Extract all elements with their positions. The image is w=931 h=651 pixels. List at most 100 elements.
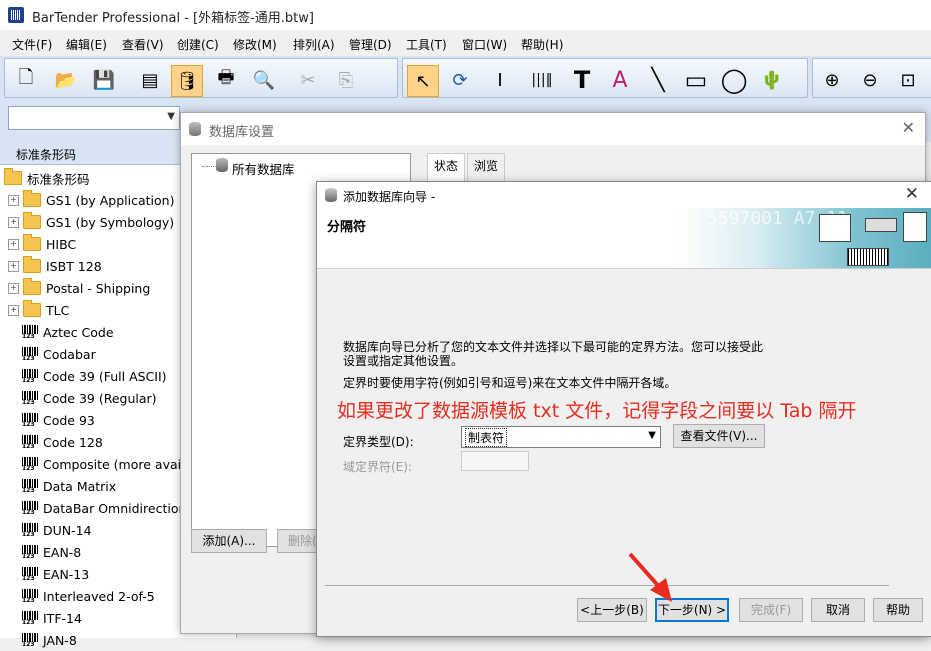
menu-help[interactable]: 帮助(H) bbox=[521, 36, 563, 53]
print-preview-icon[interactable]: 🔍 bbox=[249, 65, 279, 95]
copy-icon[interactable]: ⎘ bbox=[331, 65, 361, 95]
folder-icon bbox=[23, 190, 41, 207]
expand-icon[interactable]: + bbox=[8, 238, 19, 250]
tree-barcode-item[interactable]: Code 128 bbox=[22, 431, 103, 453]
zoom-fit-icon[interactable]: ⊡ bbox=[893, 65, 923, 95]
print-icon[interactable]: 🖶 bbox=[211, 65, 241, 95]
barcode-label: DataBar Omnidirectional bbox=[43, 500, 198, 516]
expand-icon[interactable]: + bbox=[8, 282, 19, 294]
zoom-in-icon[interactable]: ⊕ bbox=[817, 65, 847, 95]
wizard-banner: 5597001 A7-11 bbox=[677, 208, 931, 268]
open-folder-icon[interactable]: 📂 bbox=[51, 65, 81, 95]
menu-bar: 文件(F) 编辑(E) 查看(V) 创建(C) 修改(M) 排列(A) 管理(D… bbox=[0, 30, 931, 56]
save-icon[interactable]: 💾 bbox=[89, 65, 119, 95]
tree-root[interactable]: 标准条形码 bbox=[4, 167, 90, 189]
line-icon[interactable]: ╲ bbox=[643, 65, 673, 95]
tree-barcode-item[interactable]: EAN-8 bbox=[22, 541, 81, 563]
main-toolbar: 🗋 📂 💾 ▤ 🛢 🖶 🔍 ✂ ⎘ ↖ ⟳ I |||‖ T A ╲ ▭ ◯ 🌵… bbox=[0, 56, 931, 99]
close-icon[interactable]: ✕ bbox=[905, 184, 919, 204]
divider bbox=[325, 585, 889, 586]
close-icon[interactable]: ✕ bbox=[902, 118, 915, 137]
finish-button[interactable]: 完成(F) bbox=[739, 598, 803, 622]
barcode-label: EAN-8 bbox=[43, 544, 82, 560]
tree-folder[interactable]: + HIBC bbox=[8, 233, 76, 255]
expand-icon[interactable]: + bbox=[8, 304, 19, 316]
barcode-label: EAN-13 bbox=[43, 566, 90, 582]
menu-arrange[interactable]: 排列(A) bbox=[293, 36, 335, 53]
expand-icon[interactable]: + bbox=[8, 216, 19, 228]
tree-barcode-item[interactable]: Code 93 bbox=[22, 409, 95, 431]
barcode-icon bbox=[22, 522, 38, 538]
database-setup-icon[interactable]: 🛢 bbox=[171, 65, 203, 97]
barcode-icon[interactable]: |||‖ bbox=[527, 65, 557, 95]
tree-barcode-item[interactable]: Code 39 (Full ASCII) bbox=[22, 365, 167, 387]
tree-folder[interactable]: + Postal - Shipping bbox=[8, 277, 150, 299]
view-file-button[interactable]: 查看文件(V)... bbox=[673, 424, 765, 448]
add-database-button[interactable]: 添加(A)... bbox=[191, 529, 267, 553]
menu-administer[interactable]: 管理(D) bbox=[349, 36, 392, 53]
pointer-icon[interactable]: ↖ bbox=[407, 65, 439, 97]
tree-barcode-item[interactable]: ITF-14 bbox=[22, 607, 82, 629]
barcode-icon bbox=[22, 368, 38, 384]
text-cursor-icon[interactable]: I bbox=[485, 65, 515, 95]
rectangle-icon[interactable]: ▭ bbox=[681, 65, 711, 95]
expand-icon[interactable]: + bbox=[8, 194, 19, 206]
tree-folder[interactable]: + TLC bbox=[8, 299, 69, 321]
rotate-icon[interactable]: ⟳ bbox=[445, 65, 475, 95]
menu-file[interactable]: 文件(F) bbox=[12, 36, 52, 53]
tree-barcode-item[interactable]: Aztec Code bbox=[22, 321, 114, 343]
menu-create[interactable]: 创建(C) bbox=[177, 36, 219, 53]
delimiter-type-select[interactable]: 制表符 ▼ bbox=[461, 426, 661, 448]
menu-modify[interactable]: 修改(M) bbox=[233, 36, 277, 53]
menu-view[interactable]: 查看(V) bbox=[122, 36, 164, 53]
db-window-title: 数据库设置 bbox=[209, 125, 275, 140]
zoom-out-icon[interactable]: ⊖ bbox=[855, 65, 885, 95]
rich-text-icon[interactable]: A bbox=[605, 65, 635, 95]
text-icon[interactable]: T bbox=[567, 65, 597, 95]
tab-status[interactable]: 状态 bbox=[427, 153, 466, 183]
tree-barcode-item[interactable]: EAN-13 bbox=[22, 563, 89, 585]
standard-toolbar: 🗋 📂 💾 ▤ 🛢 🖶 🔍 ✂ ⎘ bbox=[4, 58, 398, 98]
tab-browse[interactable]: 浏览 bbox=[467, 153, 506, 183]
chevron-down-icon: ▼ bbox=[167, 111, 175, 122]
tree-barcode-item[interactable]: Interleaved 2-of-5 bbox=[22, 585, 155, 607]
menu-edit[interactable]: 编辑(E) bbox=[66, 36, 107, 53]
page-setup-icon[interactable]: ▤ bbox=[135, 65, 165, 95]
object-toolbar: ↖ ⟳ I |||‖ T A ╲ ▭ ◯ 🌵 bbox=[402, 58, 808, 98]
tree-barcode-item[interactable]: DataBar Omnidirectional bbox=[22, 497, 198, 519]
help-button[interactable]: 帮助 bbox=[873, 598, 923, 622]
menu-tools[interactable]: 工具(T) bbox=[406, 36, 447, 53]
cut-icon[interactable]: ✂ bbox=[293, 65, 323, 95]
tree-folder[interactable]: + ISBT 128 bbox=[8, 255, 102, 277]
tree-folder-label: Postal - Shipping bbox=[46, 280, 151, 296]
tree-barcode-item[interactable]: Data Matrix bbox=[22, 475, 116, 497]
all-databases-node[interactable]: 所有数据库 bbox=[232, 159, 295, 178]
expand-icon[interactable]: + bbox=[8, 260, 19, 272]
tree-barcode-item[interactable]: DUN-14 bbox=[22, 519, 92, 541]
ellipse-icon[interactable]: ◯ bbox=[719, 65, 749, 95]
menu-window[interactable]: 窗口(W) bbox=[462, 36, 507, 53]
barcode-label: Composite (more availa bbox=[43, 456, 193, 472]
new-document-icon[interactable]: 🗋 bbox=[11, 65, 41, 95]
cancel-button[interactable]: 取消 bbox=[811, 598, 865, 622]
field-delimiter-input[interactable] bbox=[461, 451, 529, 471]
tree-barcode-item[interactable]: Composite (more availa bbox=[22, 453, 192, 475]
annotation-text: 如果更改了数据源模板 txt 文件，记得字段之间要以 Tab 隔开 bbox=[337, 400, 857, 422]
tree-barcode-item[interactable]: Code 39 (Regular) bbox=[22, 387, 157, 409]
barcode-label: DUN-14 bbox=[43, 522, 92, 538]
barcode-icon bbox=[22, 412, 38, 428]
delimiter-type-value: 制表符 bbox=[464, 428, 508, 447]
barcode-icon bbox=[22, 500, 38, 516]
db-titlebar: 数据库设置 ✕ bbox=[181, 113, 925, 145]
picture-icon[interactable]: 🌵 bbox=[757, 65, 787, 95]
barcode-icon bbox=[22, 610, 38, 626]
tree-folder[interactable]: + GS1 (by Symbology) bbox=[8, 211, 174, 233]
app-icon bbox=[8, 7, 24, 23]
tree-folder-label: TLC bbox=[46, 302, 70, 318]
tree-barcode-item[interactable]: Codabar bbox=[22, 343, 96, 365]
tree-barcode-item[interactable]: JAN-8 bbox=[22, 629, 77, 651]
font-combo[interactable]: ▼ bbox=[8, 106, 180, 130]
barcode-label: Code 39 (Regular) bbox=[43, 390, 157, 406]
wizard-title: 添加数据库向导 - bbox=[343, 190, 436, 204]
tree-folder[interactable]: + GS1 (by Application) bbox=[8, 189, 174, 211]
